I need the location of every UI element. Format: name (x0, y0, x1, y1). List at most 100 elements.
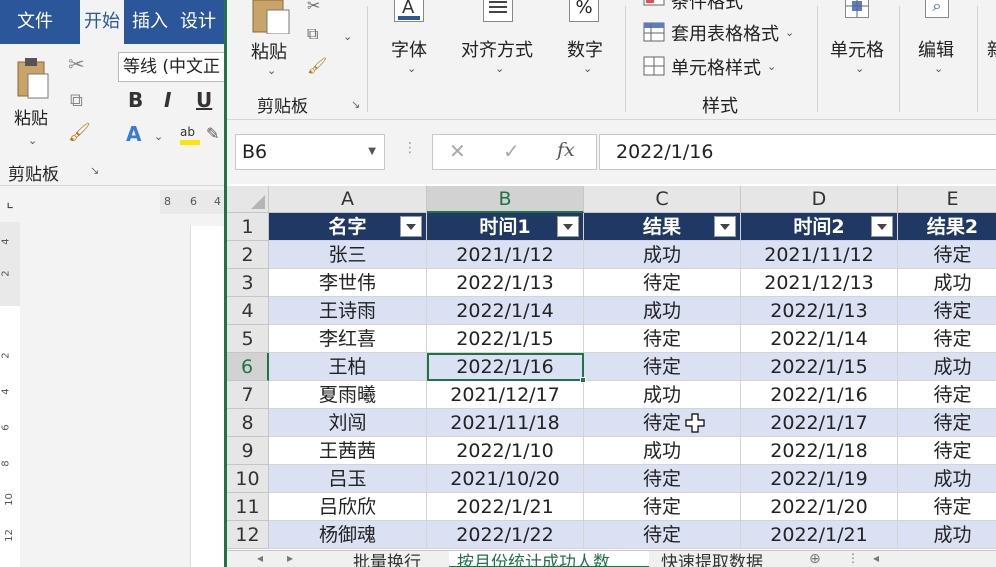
name-box[interactable]: B6 ▼ (235, 134, 385, 170)
word-tab-file[interactable]: 文件 (0, 0, 70, 44)
cancel-icon[interactable]: ✕ (449, 139, 466, 163)
alignment-group-label[interactable]: 对齐方式 (461, 36, 533, 62)
table-cell[interactable]: 成功 (898, 521, 996, 549)
table-cell[interactable]: 2021/10/20 (427, 465, 584, 493)
alignment-chevron-icon[interactable]: ⌄ (495, 62, 504, 75)
italic-button[interactable]: I (164, 88, 171, 112)
table-cell[interactable]: 成功 (584, 381, 741, 409)
number-group-label[interactable]: 数字 (567, 36, 603, 62)
table-cell[interactable]: 2022/1/21 (741, 521, 898, 549)
row-header[interactable]: 12 (227, 521, 269, 549)
underline-button[interactable]: U (196, 88, 212, 112)
cells-group-label[interactable]: 单元格 (830, 36, 884, 62)
table-format-chevron-icon[interactable]: ⌄ (785, 26, 794, 39)
excel-cut-icon[interactable]: ✂ (307, 0, 320, 15)
add-sheet-icon[interactable]: ⊕ (809, 551, 821, 567)
sheet-tab-active[interactable]: 按月份统计成功人数 (449, 551, 649, 567)
excel-copy-icon[interactable]: ⧉ (307, 24, 318, 44)
table-cell[interactable]: 待定 (584, 353, 741, 381)
font-icon[interactable]: A (394, 0, 424, 22)
table-cell[interactable]: 成功 (584, 241, 741, 269)
column-header-e[interactable]: E (898, 186, 996, 213)
table-cell[interactable]: 2021/1/12 (427, 241, 584, 269)
table-cell[interactable]: 待定 (584, 521, 741, 549)
find-icon[interactable]: ⌕ (925, 0, 949, 18)
table-cell[interactable]: 2022/1/21 (427, 493, 584, 521)
table-cell[interactable]: 成功 (584, 297, 741, 325)
word-tab-insert[interactable]: 插入 (128, 0, 172, 44)
edit-chevron-icon[interactable]: ⌄ (934, 62, 943, 75)
sheet-tab[interactable]: 快速提取数据 (653, 551, 783, 567)
table-cell[interactable]: 待定 (584, 409, 741, 437)
table-cell[interactable]: 夏雨曦 (269, 381, 427, 409)
excel-clipboard-launcher-icon[interactable]: ↘ (351, 98, 360, 111)
table-cell[interactable]: 成功 (898, 269, 996, 297)
sheet-nav-prev-icon[interactable]: ◂ (257, 551, 263, 565)
table-cell[interactable]: 吕欣欣 (269, 493, 427, 521)
table-cell[interactable]: 成功 (584, 437, 741, 465)
excel-copy-chevron-icon[interactable]: ⌄ (343, 30, 352, 43)
row-header[interactable]: 6 (227, 353, 269, 381)
row-header[interactable]: 11 (227, 493, 269, 521)
clipboard-paste-icon[interactable] (14, 56, 50, 100)
alignment-icon[interactable] (483, 0, 513, 22)
row-header[interactable]: 3 (227, 269, 269, 297)
table-cell[interactable]: 2022/1/15 (741, 353, 898, 381)
row-header[interactable]: 2 (227, 241, 269, 269)
table-header-cell[interactable]: 结果2 (898, 213, 996, 241)
row-header[interactable]: 7 (227, 381, 269, 409)
formula-input[interactable]: 2022/1/16 (599, 134, 996, 170)
table-header-cell[interactable]: 时间2 (741, 213, 898, 241)
table-cell[interactable]: 李红喜 (269, 325, 427, 353)
filter-dropdown-icon[interactable] (871, 216, 893, 237)
copy-icon[interactable]: ⧉ (70, 90, 83, 111)
column-header-d[interactable]: D (741, 186, 898, 213)
excel-paste-chevron-icon[interactable]: ⌄ (267, 64, 276, 77)
column-header-b[interactable]: B (427, 186, 584, 213)
sheet-tab-more-icon[interactable]: ⋮ (847, 551, 859, 565)
tab-stop-icon[interactable]: ⌞ (0, 192, 20, 212)
cell-style-chevron-icon[interactable]: ⌄ (767, 60, 776, 73)
column-header-c[interactable]: C (584, 186, 741, 213)
table-cell[interactable]: 王柏 (269, 353, 427, 381)
edit-group-label[interactable]: 编辑 (918, 36, 954, 62)
sheet-tab[interactable]: 批量换行 (345, 551, 445, 567)
conditional-format-icon[interactable] (643, 0, 665, 6)
number-chevron-icon[interactable]: ⌄ (583, 62, 592, 75)
table-cell[interactable]: 2021/11/18 (427, 409, 584, 437)
table-cell[interactable]: 2022/1/19 (741, 465, 898, 493)
table-cell[interactable]: 2022/1/15 (427, 325, 584, 353)
highlight-pen-icon[interactable]: ✎ (206, 124, 219, 143)
table-cell[interactable]: 2022/1/14 (427, 297, 584, 325)
table-header-cell[interactable]: 结果 (584, 213, 741, 241)
cell-style-icon[interactable] (643, 56, 665, 76)
table-cell[interactable]: 2022/1/20 (741, 493, 898, 521)
word-tab-home[interactable]: 开始 (80, 0, 124, 44)
word-tab-design[interactable]: 设计 (176, 0, 220, 44)
table-cell[interactable]: 待定 (898, 241, 996, 269)
table-cell[interactable]: 王诗雨 (269, 297, 427, 325)
row-header[interactable]: 9 (227, 437, 269, 465)
name-box-dropdown-icon[interactable]: ▼ (368, 135, 376, 169)
word-vertical-ruler[interactable]: 4 2 2 4 6 8 10 12 (0, 222, 20, 567)
excel-paste-icon[interactable] (249, 0, 293, 35)
table-cell[interactable]: 待定 (898, 437, 996, 465)
font-group-label[interactable]: 字体 (391, 36, 427, 62)
column-header-a[interactable]: A (269, 186, 427, 213)
table-cell[interactable]: 待定 (898, 493, 996, 521)
table-cell[interactable]: 待定 (898, 409, 996, 437)
text-effects-icon[interactable]: A (126, 122, 141, 146)
table-cell[interactable]: 2022/1/10 (427, 437, 584, 465)
excel-format-painter-icon[interactable]: 🖌 (307, 56, 327, 75)
table-cell[interactable]: 成功 (898, 465, 996, 493)
row-header[interactable]: 5 (227, 325, 269, 353)
table-cell[interactable]: 2022/1/13 (741, 297, 898, 325)
hscroll-left-icon[interactable]: ◂ (873, 551, 879, 565)
cells-chevron-icon[interactable]: ⌄ (855, 62, 864, 75)
table-cell[interactable]: 2022/1/14 (741, 325, 898, 353)
table-cell[interactable]: 2021/12/13 (741, 269, 898, 297)
table-cell[interactable]: 吕玉 (269, 465, 427, 493)
fill-handle[interactable] (580, 377, 586, 383)
table-cell[interactable]: 李世伟 (269, 269, 427, 297)
table-cell[interactable]: 张三 (269, 241, 427, 269)
